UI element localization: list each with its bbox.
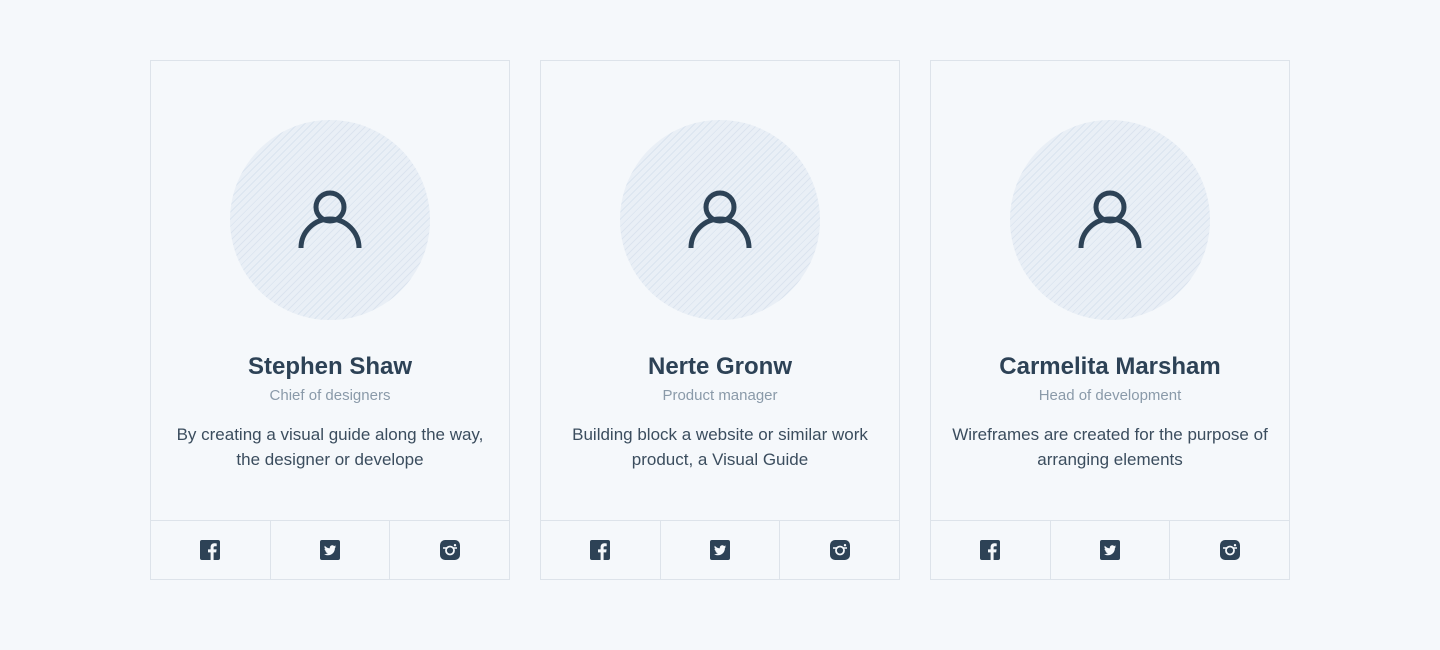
user-icon [298,190,362,249]
card-body: Stephen Shaw Chief of designers By creat… [151,61,509,520]
team-card: Stephen Shaw Chief of designers By creat… [150,60,510,580]
member-role: Head of development [1038,387,1182,404]
facebook-link[interactable] [931,521,1050,579]
instagram-icon [1219,540,1240,561]
twitter-link[interactable] [269,521,390,579]
facebook-icon [200,540,221,561]
social-links [151,520,509,579]
facebook-link[interactable] [151,521,270,579]
card-body: Nerte Gronw Product manager Building blo… [541,61,899,520]
avatar [620,120,820,320]
member-bio: Building block a website or similar work… [572,425,868,469]
member-name: Stephen Shaw [247,353,413,380]
twitter-icon [320,540,340,561]
instagram-link[interactable] [779,521,899,579]
user-icon [1078,190,1142,249]
team-cards: Stephen Shaw Chief of designers By creat… [150,60,1290,580]
avatar [1010,120,1210,320]
twitter-icon [710,540,730,561]
social-links [931,520,1289,579]
member-role: Chief of designers [269,387,391,404]
card-body: Carmelita Marsham Head of development Wi… [931,61,1289,520]
member-name: Nerte Gronw [647,353,793,380]
social-links [541,520,899,579]
member-name: Carmelita Marsham [999,353,1221,380]
team-card: Carmelita Marsham Head of development Wi… [930,60,1290,580]
twitter-link[interactable] [659,521,780,579]
instagram-icon [829,540,850,561]
instagram-icon [439,540,460,561]
team-card: Nerte Gronw Product manager Building blo… [540,60,900,580]
instagram-link[interactable] [389,521,509,579]
member-role: Product manager [662,387,778,404]
facebook-icon [590,540,611,561]
instagram-link[interactable] [1169,521,1289,579]
user-icon [688,190,752,249]
facebook-link[interactable] [541,521,660,579]
avatar [230,120,430,320]
member-bio: By creating a visual guide along the way… [176,425,484,469]
member-bio: Wireframes are created for the purpose o… [952,425,1268,469]
twitter-link[interactable] [1049,521,1170,579]
twitter-icon [1100,540,1120,561]
facebook-icon [980,540,1001,561]
